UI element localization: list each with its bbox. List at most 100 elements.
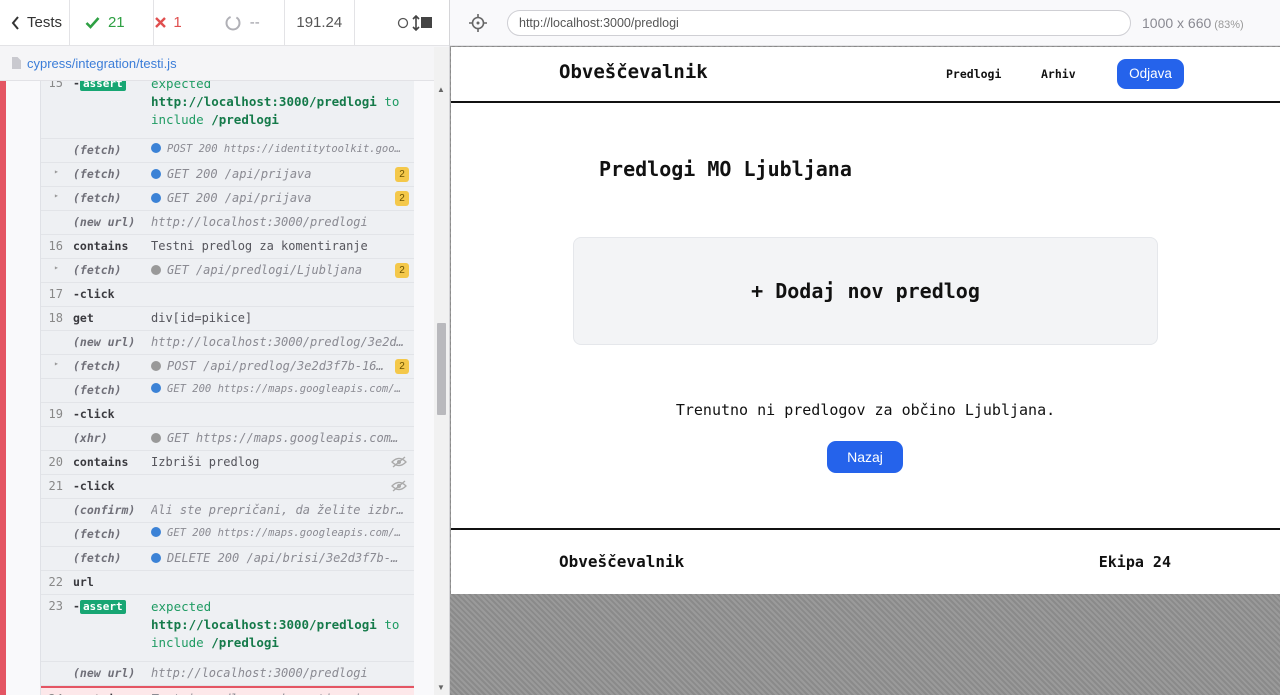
command-name: (confirm) (73, 503, 136, 517)
back-button[interactable]: Nazaj (827, 441, 903, 473)
command-number: 20 (48, 455, 63, 469)
command-row[interactable]: (confirm) Ali ste prepričani, da želite i… (41, 499, 414, 523)
assert-expected-label: expected (151, 599, 212, 614)
viewport-size: 1000 x 660 (83%) (1142, 15, 1244, 31)
auto-scroll-toggle[interactable] (397, 14, 421, 31)
command-row[interactable]: ▸ (fetch) GET 200 /api/prijava 2 (41, 187, 414, 211)
scrollbar-thumb[interactable] (437, 323, 446, 415)
command-message-text: Izbriši predlog (151, 455, 260, 469)
command-number: 18 (48, 311, 63, 325)
status-dot-icon (151, 193, 161, 203)
command-message: DELETE 200 /api/brisi/3e2d3f7b-… (151, 551, 407, 565)
command-message-text: GET 200 https://maps.googleapis.com/m… (167, 527, 407, 539)
command-message: GET https://maps.googleapis.com… (151, 431, 407, 445)
check-icon (85, 17, 100, 29)
reporter-panel: Tests 21 1 -- 191.24 cypress/integration… (0, 0, 450, 695)
stop-icon[interactable] (420, 17, 432, 28)
command-row[interactable]: 20 contains Izbriši predlog (41, 451, 414, 475)
failed-count: 1 (173, 14, 182, 31)
nav-link-arhiv[interactable]: Arhiv (1041, 67, 1076, 81)
failure-indicator (0, 81, 6, 695)
command-number: 21 (48, 479, 63, 493)
scroll-up-icon[interactable]: ▲ (437, 85, 445, 94)
expand-caret-icon[interactable]: ▸ (54, 191, 59, 200)
command-row[interactable]: 18 get div[id=pikice] (41, 307, 414, 331)
command-row[interactable]: 24containsTestni predlog za komentiranje (41, 686, 414, 695)
command-name: get (73, 311, 94, 325)
eye-slash-icon (391, 480, 407, 492)
command-row[interactable]: (fetch) GET 200 https://maps.googleapis.c… (41, 379, 414, 403)
command-name: - assert (73, 599, 126, 614)
page-title: Predlogi MO Ljubljana (599, 157, 852, 181)
command-name: -click (73, 287, 115, 301)
command-name: (fetch) (73, 167, 122, 181)
expand-caret-icon[interactable]: ▸ (54, 167, 59, 176)
command-list: 15 - assert expected http://localhost:3000/p… (40, 81, 414, 695)
command-row[interactable]: 21 -click (41, 475, 414, 499)
assert-value: /predlogi (211, 112, 279, 127)
command-row[interactable]: (new url) http://localhost:3000/predlog/3… (41, 331, 414, 355)
tests-button[interactable]: Tests (0, 0, 70, 46)
command-row[interactable]: (fetch) POST 200 https://identitytoolkit.… (41, 139, 414, 163)
status-dot-icon (151, 433, 161, 443)
command-name: (fetch) (73, 527, 122, 541)
command-row[interactable]: (xhr) GET https://maps.googleapis.com… (41, 427, 414, 451)
scroll-down-icon[interactable]: ▼ (437, 683, 445, 692)
file-icon (12, 57, 21, 69)
circle-icon (397, 17, 409, 28)
command-message-text: POST 200 https://identitytoolkit.goog… (167, 143, 407, 155)
command-row[interactable]: (new url) http://localhost:3000/predlogi (41, 662, 414, 686)
app-page: Obveščevalnik Predlogi Arhiv Odjava Pred… (451, 47, 1280, 594)
passed-stat: 21 (70, 0, 155, 46)
assert-include-label: include (151, 112, 204, 127)
command-row[interactable]: (new url) http://localhost:3000/predlogi (41, 211, 414, 235)
command-message: Ali ste prepričani, da želite izbr… (151, 503, 407, 517)
command-row-assert[interactable]: 23 - assert expected http://localhost:3000/p… (41, 595, 414, 662)
spec-file-bar: cypress/integration/testi.js (0, 46, 449, 81)
command-message: http://localhost:3000/predlog/3e2d… (151, 335, 407, 349)
app-under-test-area: http://localhost:3000/predlogi 1000 x 66… (450, 0, 1280, 695)
command-message: POST 200 https://identitytoolkit.goog… (151, 143, 407, 155)
scrollbar[interactable]: ▲ ▼ (434, 47, 449, 695)
expand-caret-icon[interactable]: ▸ (54, 263, 59, 272)
tests-label: Tests (27, 14, 63, 31)
footer-team: Ekipa 24 (1098, 553, 1171, 571)
nav-link-predlogi[interactable]: Predlogi (946, 67, 1001, 81)
command-number: 16 (48, 239, 63, 253)
command-row[interactable]: 16 contains Testni predlog za komentiranje (41, 235, 414, 259)
command-row[interactable]: ▸ (fetch) GET 200 /api/prijava 2 (41, 163, 414, 187)
command-row[interactable]: ▸ (fetch) POST /api/predlog/3e2d3f7b-161… 2 (41, 355, 414, 379)
expand-caret-icon[interactable]: ▸ (54, 359, 59, 368)
add-proposal-button[interactable]: + Dodaj nov predlog (573, 237, 1158, 345)
url-field[interactable]: http://localhost:3000/predlogi (507, 10, 1131, 36)
command-message-text: Ali ste prepričani, da želite izbr… (151, 503, 404, 517)
command-message-text: DELETE 200 /api/brisi/3e2d3f7b-… (167, 551, 399, 565)
command-log: 15 - assert expected http://localhost:3000/p… (0, 47, 449, 695)
assert-to-label: to (384, 94, 400, 109)
footer: Obveščevalnik Ekipa 24 (451, 528, 1280, 594)
command-row[interactable]: ▸ (fetch) GET /api/predlogi/Ljubljana 2 (41, 259, 414, 283)
command-row[interactable]: 19 -click (41, 403, 414, 427)
command-name: -click (73, 479, 115, 493)
command-row[interactable]: 17 -click (41, 283, 414, 307)
command-name: (new url) (73, 335, 136, 349)
duration: 191.24 (285, 0, 355, 46)
brand-logo[interactable]: Obveščevalnik (559, 61, 708, 83)
assert-url: http://localhost:3000/predlogi (151, 94, 377, 109)
command-message-text: Testni predlog za komentiranje (151, 239, 368, 253)
command-row[interactable]: (fetch) DELETE 200 /api/brisi/3e2d3f7b-… (41, 547, 414, 571)
spec-file-link[interactable]: cypress/integration/testi.js (27, 56, 177, 71)
command-row[interactable]: (fetch) GET 200 https://maps.googleapis.c… (41, 523, 414, 547)
empty-state-message: Trenutno ni predlogov za občino Ljubljan… (675, 401, 1056, 419)
logout-button[interactable]: Odjava (1117, 59, 1184, 89)
command-number: 23 (48, 599, 63, 613)
command-row-assert[interactable]: 15 - assert expected http://localhost:3000/p… (41, 81, 414, 139)
navbar: Obveščevalnik Predlogi Arhiv Odjava (451, 47, 1280, 103)
command-number: 15 (48, 81, 63, 90)
assert-expected-label: expected (151, 81, 212, 91)
stats-bar: Tests 21 1 -- 191.24 (0, 0, 449, 46)
crosshair-icon[interactable] (469, 14, 487, 32)
command-message: GET 200 https://maps.googleapis.com/m… (151, 383, 407, 395)
command-name: (fetch) (73, 359, 122, 373)
command-row[interactable]: 22 url (41, 571, 414, 595)
